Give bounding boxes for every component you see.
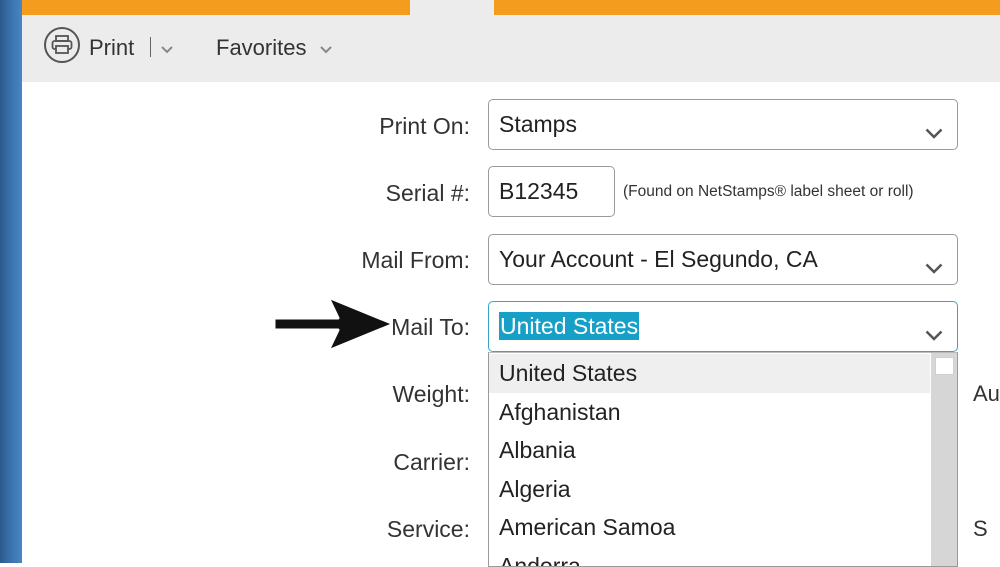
mail-to-value: United States — [499, 312, 639, 340]
dropdown-option[interactable]: Algeria — [489, 470, 930, 509]
weight-label: Weight: — [392, 381, 470, 408]
scrollbar-thumb[interactable] — [935, 357, 954, 375]
mail-from-select[interactable]: Your Account - El Segundo, CA — [488, 234, 958, 285]
mail-from-value: Your Account - El Segundo, CA — [499, 246, 818, 273]
serial-hint: (Found on NetStamps® label sheet or roll… — [623, 183, 914, 201]
print-on-value: Stamps — [499, 111, 577, 138]
print-on-select[interactable]: Stamps — [488, 99, 958, 150]
dropdown-option[interactable]: Andorra — [489, 547, 930, 567]
dropdown-option[interactable]: Afghanistan — [489, 393, 930, 432]
tab-active-gap — [410, 0, 494, 16]
toolbar: Print Favorites — [22, 15, 1000, 82]
carrier-label: Carrier: — [393, 449, 470, 476]
printer-icon[interactable] — [44, 27, 80, 63]
chevron-down-icon[interactable] — [320, 41, 332, 59]
chevron-down-icon — [925, 320, 943, 347]
service-label: Service: — [387, 516, 470, 543]
serial-input[interactable]: B12345 — [488, 166, 615, 217]
favorites-button[interactable]: Favorites — [216, 35, 306, 61]
print-on-label: Print On: — [379, 113, 470, 140]
mail-to-dropdown: United States Afghanistan Albania Algeri… — [488, 352, 958, 567]
tab-accent-right — [494, 0, 1000, 15]
weight-side-text: Au — [973, 381, 1000, 407]
dropdown-option[interactable]: Albania — [489, 431, 930, 470]
chevron-down-icon — [925, 118, 943, 145]
print-separator — [150, 37, 151, 57]
desktop-edge — [0, 0, 22, 563]
serial-value: B12345 — [499, 178, 578, 205]
dropdown-option[interactable]: United States — [489, 354, 930, 393]
print-button[interactable]: Print — [89, 35, 134, 61]
serial-label: Serial #: — [386, 180, 470, 207]
service-side-text: S — [973, 516, 988, 542]
chevron-down-icon — [925, 253, 943, 280]
mail-to-label: Mail To: — [391, 314, 470, 341]
pointer-arrow-icon — [272, 294, 397, 359]
tab-accent-left — [22, 0, 410, 15]
mail-from-label: Mail From: — [361, 247, 470, 274]
dropdown-option[interactable]: American Samoa — [489, 508, 930, 547]
mail-to-select[interactable]: United States — [488, 301, 958, 352]
postage-form: Print On: Stamps Serial #: B12345 (Found… — [22, 82, 1000, 563]
chevron-down-icon[interactable] — [161, 41, 173, 59]
dropdown-scrollbar[interactable] — [931, 353, 957, 566]
